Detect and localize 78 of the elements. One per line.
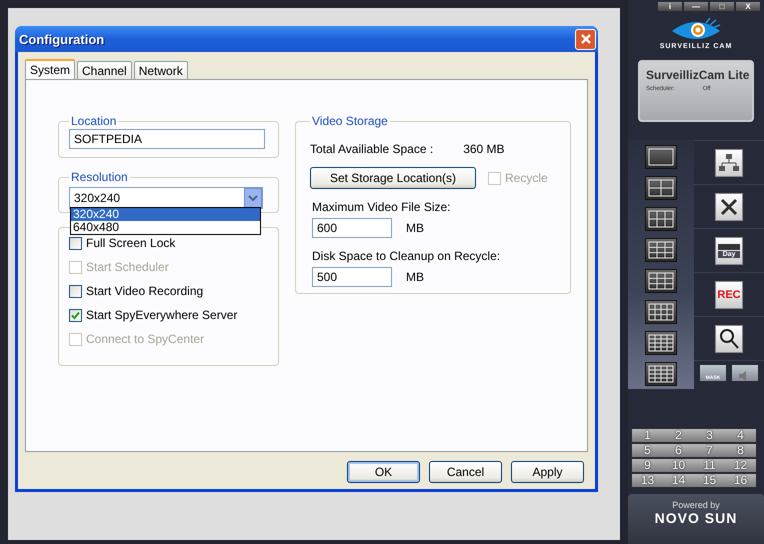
speaker-button[interactable] <box>732 365 758 381</box>
network-icon <box>719 152 739 172</box>
window-control-button[interactable]: X <box>736 2 760 11</box>
channel-button[interactable]: 13 <box>632 474 663 487</box>
tab[interactable]: Channel <box>77 61 132 79</box>
search-icon <box>718 328 740 350</box>
channel-button[interactable]: 16 <box>725 474 756 487</box>
channel-button[interactable]: 2 <box>663 429 694 442</box>
channel-button[interactable]: 11 <box>694 459 725 472</box>
layout-button[interactable] <box>645 176 677 200</box>
grid-layout-icon <box>648 241 674 259</box>
channel-button[interactable]: 14 <box>663 474 694 487</box>
set-storage-location-button[interactable]: Set Storage Location(s) <box>310 167 476 189</box>
checkbox-label: Start Video Recording <box>86 284 204 298</box>
location-field[interactable]: SOFTPEDIA <box>69 129 265 149</box>
grid-layout-icon <box>648 148 674 166</box>
checkbox[interactable] <box>69 284 82 298</box>
layout-button[interactable] <box>645 331 677 355</box>
grid-layout-icon <box>648 303 674 321</box>
field-label: Maximum Video File Size: <box>312 200 452 214</box>
group-label: Resolution <box>70 170 129 184</box>
close-button[interactable] <box>575 28 596 50</box>
channel-button[interactable]: 9 <box>632 459 663 472</box>
layout-button[interactable] <box>645 145 677 169</box>
network-button[interactable] <box>715 148 743 176</box>
unit-label: MB <box>406 221 424 235</box>
window-title: Configuration <box>19 32 104 46</box>
layout-button[interactable] <box>645 238 677 262</box>
settings-button[interactable] <box>715 192 743 220</box>
dialog-button[interactable]: Cancel <box>429 461 502 483</box>
unit-label: MB <box>406 270 424 284</box>
brand-logo-text: NOVO SUN <box>654 510 738 526</box>
checkbox-label: Start SpyEverywhere Server <box>86 308 238 322</box>
size-field[interactable]: 500 <box>312 267 392 287</box>
channel-button[interactable]: 5 <box>632 444 663 457</box>
channel-button[interactable]: 8 <box>725 444 756 457</box>
grid-layout-icon <box>648 365 674 383</box>
channel-button[interactable]: 3 <box>694 429 725 442</box>
search-button[interactable] <box>715 324 743 352</box>
group-label: Location <box>70 114 118 128</box>
checkbox[interactable] <box>69 236 82 250</box>
layout-button[interactable] <box>645 362 677 386</box>
window-control-button[interactable]: i <box>658 2 682 11</box>
checkbox-label: Start Scheduler <box>86 260 169 274</box>
layout-button[interactable] <box>645 207 677 231</box>
grid-layout-icon <box>648 179 674 197</box>
window-control-button[interactable]: □ <box>710 2 734 11</box>
channel-button[interactable]: 4 <box>725 429 756 442</box>
dialog-button[interactable]: OK <box>347 461 420 483</box>
checkbox-label: Connect to SpyCenter <box>86 332 204 346</box>
channel-button[interactable]: 1 <box>632 429 663 442</box>
tab[interactable]: System <box>25 59 76 79</box>
field-label: Disk Space to Cleanup on Recycle: <box>312 249 502 263</box>
dropdown-option[interactable]: 640x480 <box>71 221 260 234</box>
total-space-value: 360 MB <box>463 142 505 156</box>
checkbox-label: Full Screen Lock <box>86 236 176 250</box>
window-control-button[interactable]: — <box>684 2 708 11</box>
tab[interactable]: Network <box>134 61 188 79</box>
record-button[interactable]: REC <box>715 280 743 308</box>
grid-layout-icon <box>648 334 674 352</box>
grid-layout-icon <box>648 210 674 228</box>
dropdown-option[interactable]: 320x240 <box>71 208 260 221</box>
close-icon <box>580 33 592 45</box>
channel-button[interactable]: 12 <box>725 459 756 472</box>
size-field[interactable]: 600 <box>312 218 392 238</box>
dialog-button[interactable]: Apply <box>511 461 584 483</box>
channel-button[interactable]: 10 <box>663 459 694 472</box>
checkbox[interactable] <box>69 308 82 322</box>
powered-by-text: Powered by <box>672 500 720 510</box>
grid-layout-icon <box>648 272 674 290</box>
total-space-label: Total Availiable Space : <box>310 142 434 156</box>
resolution-dropdown[interactable]: 320x240 <box>69 187 263 209</box>
layout-button[interactable] <box>645 300 677 324</box>
channel-button[interactable]: 15 <box>694 474 725 487</box>
group-label: Video Storage <box>311 114 389 128</box>
layout-button[interactable] <box>645 269 677 293</box>
channel-button[interactable]: 6 <box>663 444 694 457</box>
checkbox-label: Recycle <box>505 171 548 185</box>
